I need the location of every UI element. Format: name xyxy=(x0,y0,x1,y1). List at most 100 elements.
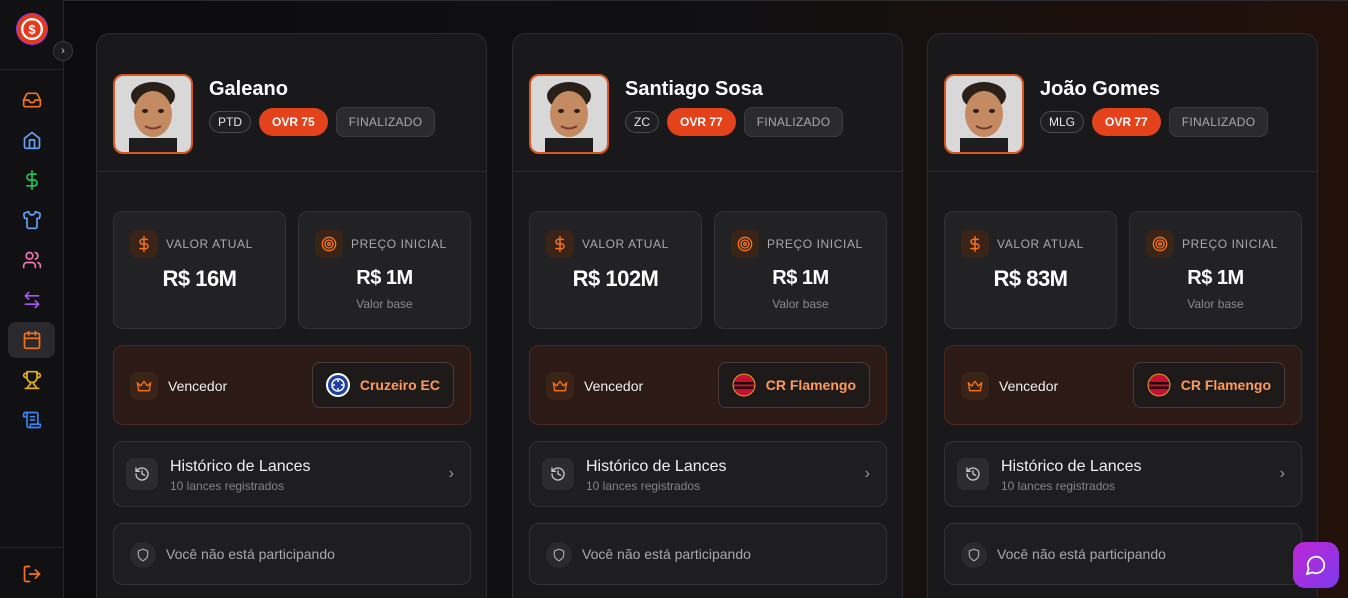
shield-icon xyxy=(546,542,572,568)
player-tags: PTD OVR 75 FINALIZADO xyxy=(209,107,436,137)
initial-price-sub: Valor base xyxy=(772,297,829,311)
winner-club-button[interactable]: CR Flamengo xyxy=(717,362,870,408)
auction-card: João Gomes MLG OVR 77 FINALIZADO VALOR A… xyxy=(927,33,1318,598)
current-value: R$ 102M xyxy=(572,266,659,291)
sidebar-item-home[interactable] xyxy=(8,122,55,158)
target-icon xyxy=(1146,230,1174,258)
player-face-icon xyxy=(115,76,191,152)
participation-status: Você não está participando xyxy=(944,523,1302,585)
participation-text: Você não está participando xyxy=(582,546,751,562)
current-value: R$ 83M xyxy=(993,266,1068,291)
dollar-icon xyxy=(961,230,989,258)
participation-text: Você não está participando xyxy=(997,546,1166,562)
winner-club-button[interactable]: CR Flamengo xyxy=(1132,362,1285,408)
sidebar-item-trophies[interactable] xyxy=(8,362,55,398)
winner-club-name: CR Flamengo xyxy=(765,377,856,393)
club-logo[interactable]: $ xyxy=(16,13,48,45)
chat-bubble-icon xyxy=(1305,555,1326,576)
initial-price-box: PREÇO INICIAL R$ 1M Valor base xyxy=(298,211,471,329)
history-title: Histórico de Lances xyxy=(586,458,727,475)
bid-history-button[interactable]: Histórico de Lances 10 lances registrado… xyxy=(944,441,1302,507)
ovr-badge: OVR 77 xyxy=(667,108,736,136)
club-crest-icon xyxy=(731,373,756,397)
club-crest-icon xyxy=(1146,373,1171,397)
current-value-label: VALOR ATUAL xyxy=(582,237,669,251)
initial-price: R$ 1M xyxy=(1187,267,1244,289)
crown-icon xyxy=(961,372,989,400)
current-value-label: VALOR ATUAL xyxy=(997,237,1084,251)
trophy-icon xyxy=(22,370,41,390)
winner-box: Vencedor Cruzeiro EC xyxy=(113,345,471,425)
player-photo xyxy=(944,74,1024,154)
auction-card: Santiago Sosa ZC OVR 77 FINALIZADO VALOR… xyxy=(512,33,903,598)
shield-icon xyxy=(961,542,987,568)
winner-label: Vencedor xyxy=(999,378,1059,394)
auction-card: Galeano PTD OVR 75 FINALIZADO VALOR ATUA… xyxy=(96,33,487,598)
history-icon xyxy=(957,458,989,490)
ovr-badge: OVR 75 xyxy=(259,108,328,136)
sidebar-item-calendar[interactable] xyxy=(8,322,55,358)
initial-price-label: PREÇO INICIAL xyxy=(351,237,447,251)
sidebar-divider xyxy=(0,69,63,70)
history-icon xyxy=(542,458,574,490)
sidebar-toggle-button[interactable]: › xyxy=(53,41,73,61)
status-badge: FINALIZADO xyxy=(743,107,844,137)
users-icon xyxy=(22,251,41,269)
participation-status: Você não está participando xyxy=(529,523,887,585)
bid-history-button[interactable]: Histórico de Lances 10 lances registrado… xyxy=(529,441,887,507)
current-value-box: VALOR ATUAL R$ 83M xyxy=(944,211,1117,329)
player-name: Galeano xyxy=(209,78,288,100)
target-icon xyxy=(731,230,759,258)
current-value: R$ 16M xyxy=(162,266,237,291)
sidebar-item-finance[interactable] xyxy=(8,162,55,198)
initial-price-label: PREÇO INICIAL xyxy=(1182,237,1278,251)
club-crest-icon xyxy=(325,373,350,397)
logout-button[interactable] xyxy=(8,556,55,592)
participation-status: Você não está participando xyxy=(113,523,471,585)
player-photo xyxy=(113,74,193,154)
chevron-right-icon: › xyxy=(61,45,65,57)
player-face-icon xyxy=(946,76,1022,152)
history-subtitle: 10 lances registrados xyxy=(170,479,285,493)
winner-club-name: CR Flamengo xyxy=(1180,377,1271,393)
initial-price: R$ 1M xyxy=(772,267,829,289)
initial-price-sub: Valor base xyxy=(356,297,413,311)
participation-text: Você não está participando xyxy=(166,546,335,562)
bid-history-button[interactable]: Histórico de Lances 10 lances registrado… xyxy=(113,441,471,507)
shield-icon xyxy=(130,542,156,568)
initial-price-box: PREÇO INICIAL R$ 1M Valor base xyxy=(1129,211,1302,329)
card-header: Santiago Sosa ZC OVR 77 FINALIZADO xyxy=(513,34,902,172)
position-badge: ZC xyxy=(625,111,659,133)
player-name: Santiago Sosa xyxy=(625,78,763,100)
player-name: João Gomes xyxy=(1040,78,1161,100)
winner-box: Vencedor CR Flamengo xyxy=(944,345,1302,425)
initial-price-sub: Valor base xyxy=(1187,297,1244,311)
current-value-label: VALOR ATUAL xyxy=(166,237,253,251)
sidebar-item-inbox[interactable] xyxy=(8,82,55,118)
history-title: Histórico de Lances xyxy=(170,458,311,475)
current-value-box: VALOR ATUAL R$ 16M xyxy=(113,211,286,329)
card-header: Galeano PTD OVR 75 FINALIZADO xyxy=(97,34,486,172)
dollar-icon xyxy=(130,230,158,258)
dollar-icon xyxy=(546,230,574,258)
crown-icon xyxy=(546,372,574,400)
sidebar-item-squad[interactable] xyxy=(8,202,55,238)
status-badge: FINALIZADO xyxy=(335,107,436,137)
chat-button[interactable] xyxy=(1293,542,1339,588)
winner-label: Vencedor xyxy=(584,378,644,394)
ovr-badge: OVR 77 xyxy=(1092,108,1161,136)
initial-price-label: PREÇO INICIAL xyxy=(767,237,863,251)
logo-symbol: $ xyxy=(28,21,36,37)
history-title: Histórico de Lances xyxy=(1001,458,1142,475)
sidebar: $ xyxy=(0,0,64,598)
position-badge: PTD xyxy=(209,111,251,133)
sidebar-item-scroll[interactable] xyxy=(8,402,55,438)
position-badge: MLG xyxy=(1040,111,1085,133)
player-tags: ZC OVR 77 FINALIZADO xyxy=(625,107,844,137)
sidebar-item-transfers[interactable] xyxy=(8,282,55,318)
chevron-right-icon: › xyxy=(864,465,870,482)
logout-icon xyxy=(23,565,40,583)
winner-club-button[interactable]: Cruzeiro EC xyxy=(311,362,454,408)
player-photo xyxy=(529,74,609,154)
sidebar-item-users[interactable] xyxy=(8,242,55,278)
